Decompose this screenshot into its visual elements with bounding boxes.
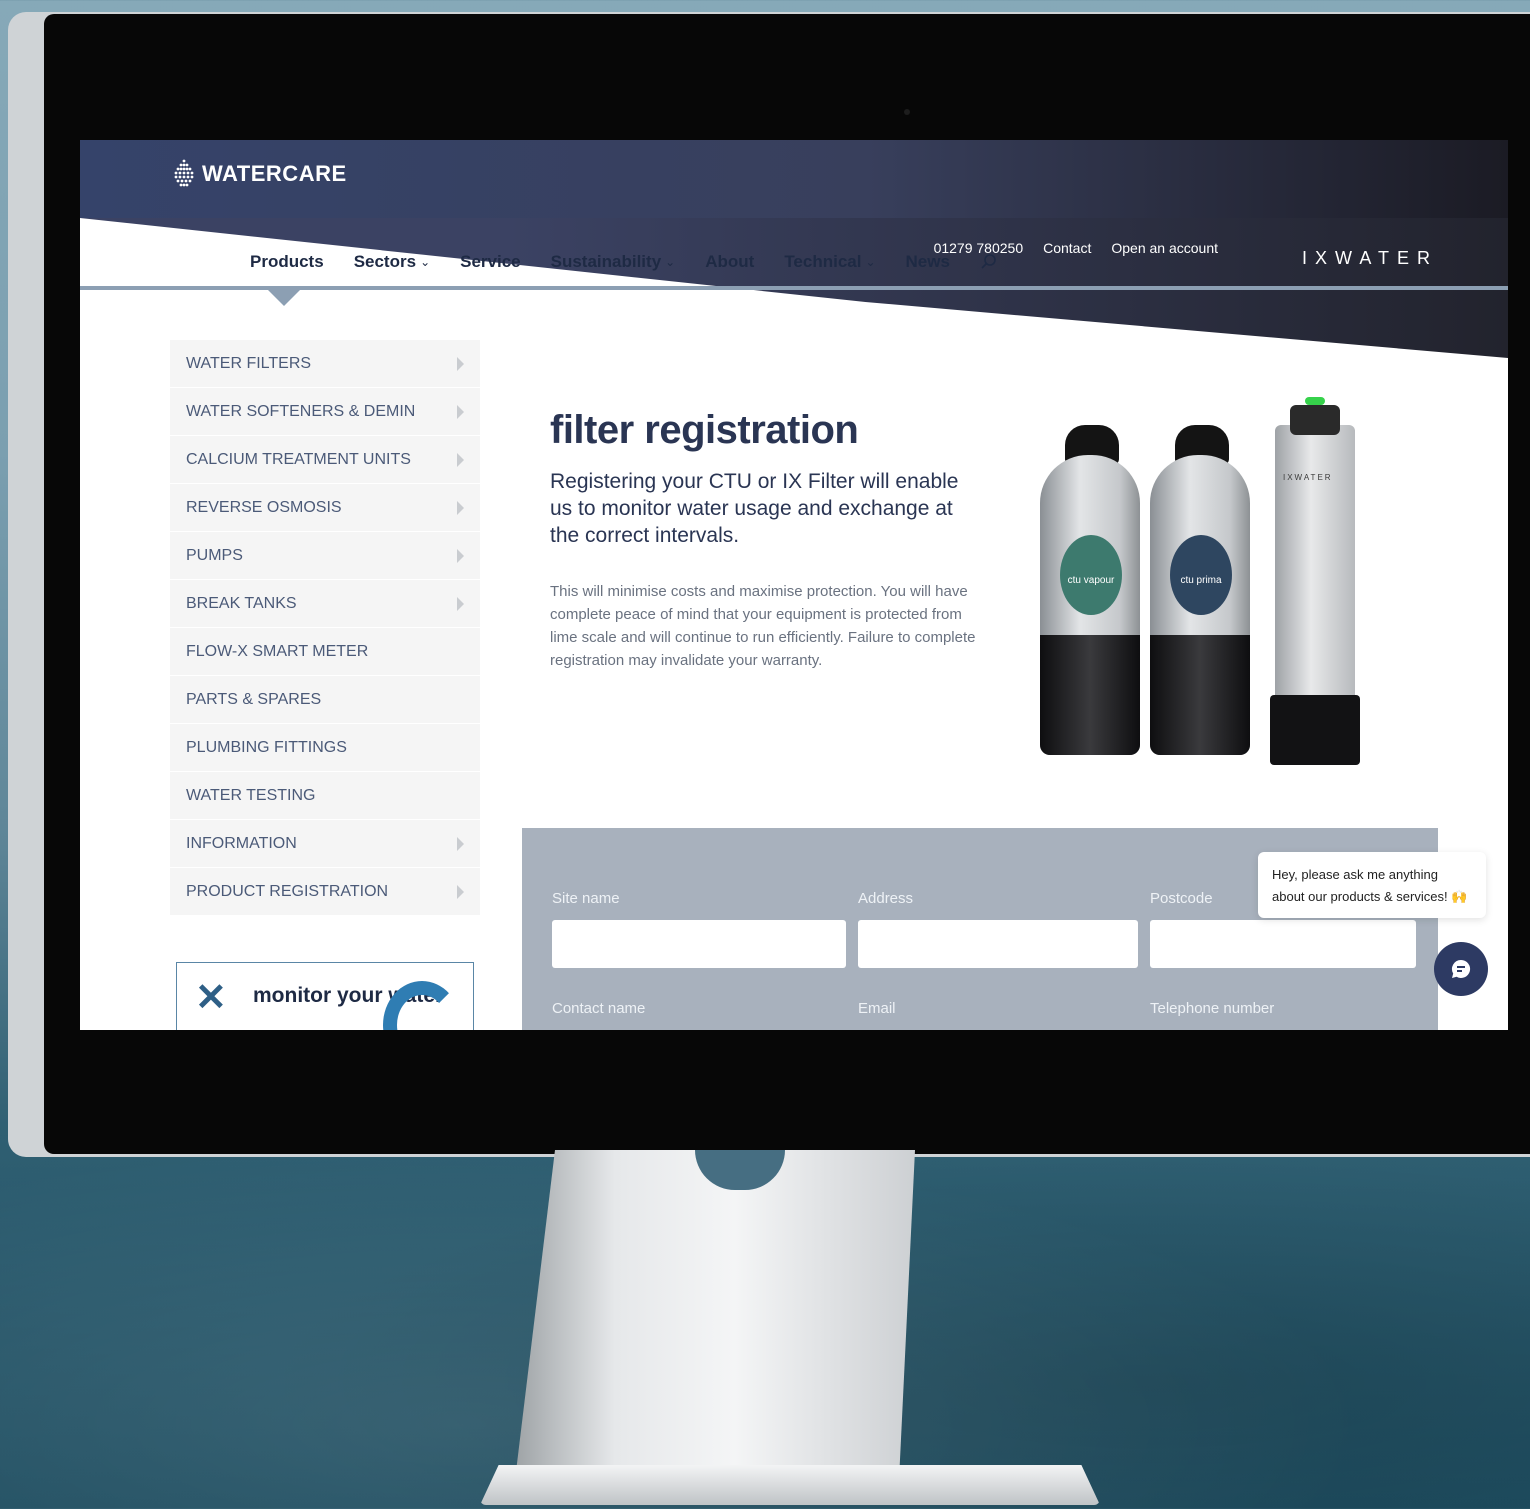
sidebar-item-calcium-treatment-units[interactable]: CALCIUM TREATMENT UNITS (170, 436, 480, 484)
ixwater-logo[interactable]: IXWATER (1302, 248, 1438, 269)
sidebar-item-label: BREAK TANKS (186, 594, 297, 612)
sidebar-item-parts-spares[interactable]: PARTS & SPARES (170, 676, 480, 724)
sidebar-item-label: PRODUCT REGISTRATION (186, 882, 389, 900)
x-brand-icon: ✕ (195, 977, 227, 1019)
sidebar-item-label: CALCIUM TREATMENT UNITS (186, 450, 411, 468)
nav-item-sectors[interactable]: Sectors ⌄ (354, 252, 430, 272)
nav-item-label: Sustainability (550, 252, 662, 271)
open-account-link[interactable]: Open an account (1111, 240, 1218, 256)
nav-item-label: Service (460, 252, 521, 271)
filter-head (1290, 405, 1340, 435)
sidebar-item-label: WATER FILTERS (186, 354, 312, 372)
filter-brand-label: IXWATER (1283, 473, 1333, 482)
camera-dot (904, 109, 910, 115)
filter-stand (1270, 695, 1360, 765)
nav-item-sustainability[interactable]: Sustainability ⌄ (551, 252, 676, 272)
filter-led-indicator (1305, 397, 1325, 405)
ctu-vapour-badge: ctu vapour (1060, 535, 1122, 615)
chevron-right-icon (457, 500, 464, 515)
page-subtitle: Registering your CTU or IX Filter will e… (550, 470, 959, 547)
ctu-prima-badge: ctu prima (1170, 535, 1232, 615)
main-navigation: Products Sectors ⌄ Service Sustainability ⌄ Ab… (250, 252, 998, 272)
contact-link[interactable]: Contact (1043, 240, 1091, 256)
chevron-right-icon (457, 356, 464, 371)
sidebar-item-water-testing[interactable]: WATER TESTING (170, 772, 480, 820)
chat-icon (1451, 959, 1471, 978)
site-name-label: Site name (552, 890, 620, 907)
monitor-stand-base (480, 1465, 1100, 1505)
sidebar-item-reverse-osmosis[interactable]: REVERSE OSMOSIS (170, 484, 480, 532)
address-input[interactable] (858, 920, 1138, 968)
chevron-right-icon (457, 452, 464, 467)
active-nav-indicator (268, 290, 300, 306)
ctu-prima-bottle: ctu prima (1150, 455, 1250, 755)
sidebar-item-plumbing-fittings[interactable]: PLUMBING FITTINGS (170, 724, 480, 772)
sidebar-item-label: PLUMBING FITTINGS (186, 738, 347, 756)
nav-item-label: News (905, 252, 950, 271)
sidebar-item-information[interactable]: INFORMATION (170, 820, 480, 868)
nav-item-label: Technical (784, 252, 862, 271)
sidebar-item-break-tanks[interactable]: BREAK TANKS (170, 580, 480, 628)
sidebar-item-label: PUMPS (186, 546, 243, 564)
bottle-base (1150, 635, 1250, 755)
product-sidebar: WATER FILTERS WATER SOFTENERS & DEMIN CALC… (170, 340, 480, 916)
ctu-vapour-bottle: ctu vapour (1040, 455, 1140, 755)
chevron-down-icon: ⌄ (865, 255, 876, 269)
chevron-right-icon (457, 596, 464, 611)
page-description: This will minimise costs and maximise pr… (550, 583, 976, 669)
site-header: WATERCARE (80, 140, 1508, 218)
monitor-stand (515, 1150, 915, 1480)
chevron-right-icon (457, 884, 464, 899)
postcode-input[interactable] (1150, 920, 1416, 968)
sidebar-item-label: WATER TESTING (186, 786, 316, 804)
website-screen: WATERCARE 01279 780250 Contact Open an a… (80, 140, 1508, 1030)
nav-item-label: Sectors (353, 252, 417, 271)
chevron-right-icon (457, 404, 464, 419)
nav-item-products[interactable]: Products (250, 252, 324, 272)
sidebar-item-water-filters[interactable]: WATER FILTERS (170, 340, 480, 388)
sidebar-item-label: REVERSE OSMOSIS (186, 498, 342, 516)
chevron-down-icon: ⌄ (665, 255, 676, 269)
sidebar-item-product-registration[interactable]: PRODUCT REGISTRATION (170, 868, 480, 916)
telephone-label: Telephone number (1150, 1000, 1275, 1017)
chat-greeting-bubble[interactable]: Hey, please ask me anything about our pr… (1258, 852, 1486, 918)
sidebar-item-pumps[interactable]: PUMPS (170, 532, 480, 580)
site-name-input[interactable] (552, 920, 846, 968)
nav-item-news[interactable]: News (906, 252, 950, 272)
nav-item-label: Products (250, 252, 324, 271)
sidebar-item-label: FLOW-X SMART METER (186, 642, 369, 660)
nav-item-about[interactable]: About (705, 252, 754, 272)
water-drop-logo-icon (174, 159, 194, 187)
page-title: filter registration (550, 408, 859, 452)
chevron-down-icon: ⌄ (420, 255, 431, 269)
product-image: ctu vapour ctu prima IXWATER (1040, 395, 1370, 775)
nav-item-label: About (705, 252, 755, 271)
watercare-logo[interactable]: WATERCARE (172, 158, 347, 190)
chevron-right-icon (457, 548, 464, 563)
sidebar-item-label: INFORMATION (186, 834, 297, 852)
search-icon[interactable] (980, 252, 998, 272)
logo-text: WATERCARE (202, 161, 347, 186)
promo-banner[interactable]: ✕ monitor your water (176, 962, 474, 1030)
sidebar-item-label: WATER SOFTENERS & DEMIN (186, 402, 416, 420)
address-label: Address (858, 890, 914, 907)
sidebar-item-water-softeners-demin[interactable]: WATER SOFTENERS & DEMIN (170, 388, 480, 436)
email-label: Email (858, 1000, 896, 1017)
nav-item-service[interactable]: Service (460, 252, 521, 272)
chat-launcher-button[interactable] (1434, 942, 1488, 996)
sidebar-item-flow-x-smart-meter[interactable]: FLOW-X SMART METER (170, 628, 480, 676)
nav-item-technical[interactable]: Technical ⌄ (784, 252, 875, 272)
chevron-right-icon (457, 836, 464, 851)
postcode-label: Postcode (1150, 890, 1213, 907)
bottle-base (1040, 635, 1140, 755)
contact-name-label: Contact name (552, 1000, 646, 1017)
sidebar-item-label: PARTS & SPARES (186, 690, 322, 708)
